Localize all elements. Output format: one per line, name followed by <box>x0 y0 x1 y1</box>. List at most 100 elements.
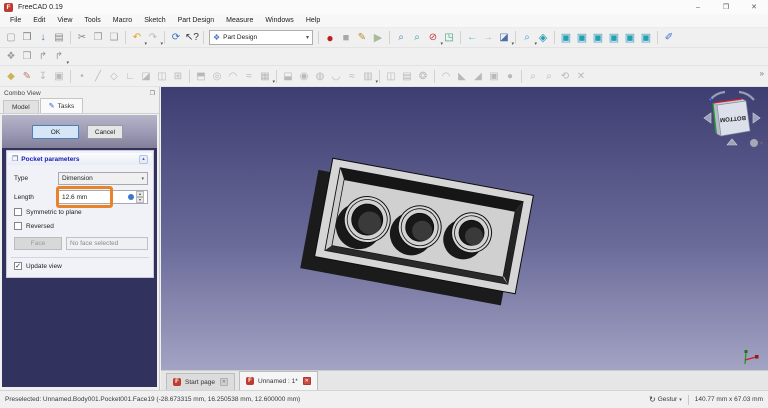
menu-item-measure[interactable]: Measure <box>220 17 259 24</box>
expression-icon[interactable] <box>128 194 134 200</box>
nav-forward-icon[interactable]: → <box>480 30 496 46</box>
restore-button[interactable]: ❐ <box>712 0 740 14</box>
draw-style-icon[interactable]: ◪▾ <box>496 30 512 46</box>
navcube-menu-sphere[interactable] <box>750 139 758 147</box>
navigation-style-selector[interactable]: ↻ Gestur ▾ <box>649 395 682 404</box>
subtractive-pipe-icon[interactable]: ≈ <box>344 68 360 84</box>
measure-icon[interactable]: ✐ <box>661 30 677 46</box>
fit-selection-icon[interactable]: ⌕ <box>393 30 409 46</box>
close-icon[interactable]: ✕ <box>303 377 311 385</box>
groove-icon[interactable]: ◍ <box>312 68 328 84</box>
menu-item-tools[interactable]: Tools <box>78 17 106 24</box>
pocket-parameters-header[interactable]: ❒ Pocket parameters ▴ <box>8 153 152 165</box>
map-sketch-icon[interactable]: ↧ <box>35 68 51 84</box>
macro-edit-icon[interactable]: ✎ <box>354 30 370 46</box>
revolution-icon[interactable]: ◎ <box>209 68 225 84</box>
menu-item-windows[interactable]: Windows <box>259 17 299 24</box>
sketch-view-icon[interactable]: ▣ <box>51 68 67 84</box>
navigation-cube[interactable]: BOTTOM <box>701 89 763 151</box>
macro-play-icon[interactable]: ▶ <box>370 30 386 46</box>
tab-start-page[interactable]: F Start page ✕ <box>166 373 235 390</box>
view-bottom-icon[interactable]: ▣ <box>622 30 638 46</box>
macro-stop-icon[interactable]: ■ <box>338 30 354 46</box>
measure-angular-icon[interactable]: ⌕ <box>541 68 557 84</box>
datum-line-icon[interactable]: ╱ <box>90 68 106 84</box>
undo-icon[interactable]: ↶▾ <box>129 30 145 46</box>
shape-binder-icon[interactable]: ◪ <box>138 68 154 84</box>
cancel-button[interactable]: Cancel <box>87 125 123 139</box>
thickness-icon[interactable]: ▣ <box>486 68 502 84</box>
update-view-checkbox[interactable]: ✓ <box>14 262 22 270</box>
view-rear-icon[interactable]: ▣ <box>606 30 622 46</box>
menu-item-file[interactable]: File <box>4 17 27 24</box>
cut-icon[interactable]: ✂ <box>74 30 90 46</box>
mirrored-icon[interactable]: ◫ <box>383 68 399 84</box>
collapse-icon[interactable]: ▴ <box>139 155 148 164</box>
local-cs-icon[interactable]: ∟ <box>122 68 138 84</box>
workbench-selector[interactable]: ❖ Part Design ▾ <box>209 30 313 45</box>
menu-item-sketch[interactable]: Sketch <box>138 17 171 24</box>
refresh-icon[interactable]: ⟳ <box>168 30 184 46</box>
menu-item-view[interactable]: View <box>51 17 78 24</box>
view-right-icon[interactable]: ▣ <box>590 30 606 46</box>
part-3d-model[interactable] <box>161 87 768 370</box>
tab-tasks[interactable]: ✎ Tasks <box>40 98 84 113</box>
macro-record-icon[interactable]: ● <box>322 30 338 46</box>
minimize-button[interactable]: – <box>684 0 712 14</box>
pad-icon[interactable]: ⬒ <box>193 68 209 84</box>
open-folder-icon[interactable]: ❒ <box>19 30 35 46</box>
zoom-icon[interactable]: ⌕ <box>409 30 425 46</box>
navcube-arrow-left[interactable] <box>704 113 711 123</box>
toolbar-overflow-button[interactable]: » <box>760 69 764 78</box>
measure-clear-icon[interactable]: ✕ <box>573 68 589 84</box>
close-button[interactable]: ✕ <box>740 0 768 14</box>
clone-icon[interactable]: ⊞ <box>170 68 186 84</box>
symmetric-checkbox[interactable] <box>14 208 22 216</box>
nav-back-icon[interactable]: ← <box>464 30 480 46</box>
spin-down-button[interactable]: ▾ <box>136 197 144 203</box>
reversed-checkbox[interactable] <box>14 222 22 230</box>
navcube-arrow-down[interactable] <box>727 139 737 145</box>
clipping-icon[interactable]: ⊘▾ <box>425 30 441 46</box>
datum-plane-icon[interactable]: ◇ <box>106 68 122 84</box>
view-left-icon[interactable]: ▣ <box>638 30 654 46</box>
chamfer-icon[interactable]: ◣ <box>454 68 470 84</box>
sub-shape-binder-icon[interactable]: ◫ <box>154 68 170 84</box>
std-part-icon[interactable]: ❖ <box>3 49 19 65</box>
linear-pattern-icon[interactable]: ▤ <box>399 68 415 84</box>
copy-icon[interactable]: ❐ <box>90 30 106 46</box>
close-icon[interactable]: ✕ <box>220 378 228 386</box>
draft-icon[interactable]: ◢ <box>470 68 486 84</box>
view-fit-icon[interactable]: ⌕▾ <box>519 30 535 46</box>
whats-this-icon[interactable]: ↖? <box>184 30 200 46</box>
navcube-arrow-right[interactable] <box>753 113 760 123</box>
face-button[interactable]: Face <box>14 237 62 250</box>
menu-item-part-design[interactable]: Part Design <box>172 17 221 24</box>
menu-item-macro[interactable]: Macro <box>107 17 138 24</box>
new-file-icon[interactable]: ▢ <box>3 30 19 46</box>
face-field[interactable]: No face selected <box>66 237 148 250</box>
make-link-icon[interactable]: ↱ <box>35 49 51 65</box>
print-icon[interactable]: ▤ <box>51 30 67 46</box>
std-group-icon[interactable]: ❒ <box>19 49 35 65</box>
additive-loft-icon[interactable]: ◠ <box>225 68 241 84</box>
fillet-icon[interactable]: ◠ <box>438 68 454 84</box>
menu-item-edit[interactable]: Edit <box>27 17 51 24</box>
save-icon[interactable]: ↓ <box>35 30 51 46</box>
menu-item-help[interactable]: Help <box>300 17 326 24</box>
create-sketch-icon[interactable]: ✎ <box>19 68 35 84</box>
redo-icon[interactable]: ↷▾ <box>145 30 161 46</box>
pocket-icon[interactable]: ⬓ <box>280 68 296 84</box>
sync-view-icon[interactable]: ◳ <box>441 30 457 46</box>
make-link-group-icon[interactable]: ↱▾ <box>51 49 67 65</box>
subtractive-primitive-icon[interactable]: ▥▾ <box>360 68 376 84</box>
measure-refresh-icon[interactable]: ⟲ <box>557 68 573 84</box>
datum-point-icon[interactable]: • <box>74 68 90 84</box>
additive-pipe-icon[interactable]: ≈ <box>241 68 257 84</box>
polar-pattern-icon[interactable]: ❂ <box>415 68 431 84</box>
tab-model[interactable]: Model <box>3 100 39 113</box>
3d-viewport[interactable]: BOTTOM <box>161 87 768 370</box>
subtractive-loft-icon[interactable]: ◡ <box>328 68 344 84</box>
ok-button[interactable]: OK <box>32 125 79 139</box>
tab-document-unnamed[interactable]: F Unnamed : 1* ✕ <box>239 371 318 390</box>
